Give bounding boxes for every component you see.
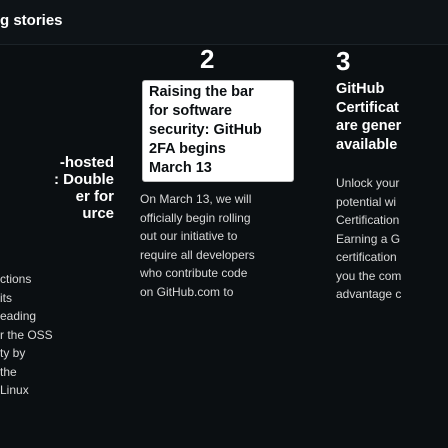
story-card-1[interactable]: -hosted : Double er for urce ctions its … <box>0 44 120 448</box>
story-card-2[interactable]: 2 Raising the bar for software security:… <box>140 44 300 448</box>
story-description-line: out our initiative to <box>140 229 238 243</box>
story-description-line: potential wi <box>336 194 397 209</box>
story-description-line: ctions <box>0 272 32 286</box>
story-title[interactable]: -hosted : Double er for urce <box>0 154 120 222</box>
story-description-line: certification <box>336 250 397 264</box>
story-description-line: on GitHub.com to <box>140 284 234 299</box>
story-description: Unlock your potential wi Certification E… <box>336 174 448 304</box>
banner-line: March 13 <box>149 160 212 176</box>
banner-line: security: GitHub <box>149 122 262 138</box>
story-description-line: ty by <box>0 346 26 360</box>
story-title-line: GitHub <box>336 81 385 97</box>
section-title: g stories <box>0 12 63 29</box>
story-description-line: advantage c <box>336 287 402 301</box>
story-description-line: Unlock your <box>336 176 400 190</box>
banner-line: for software <box>149 103 232 119</box>
story-title-line: Certificat <box>336 99 399 116</box>
story-description-line: who contribute code <box>140 266 248 280</box>
story-description: On March 13, we will officially begin ro… <box>140 190 300 301</box>
story-title-line: urce <box>82 205 114 222</box>
story-title-line: available <box>336 136 398 153</box>
story-card-3[interactable]: 3 GitHub Certificat are gener available … <box>322 44 448 448</box>
story-title-line: are gener <box>336 118 402 134</box>
story-title-line: -hosted <box>59 154 114 171</box>
story-description-line: Certification <box>336 213 400 227</box>
story-title[interactable]: GitHub Certificat are gener available <box>336 80 448 154</box>
banner-line: Raising the bar <box>149 84 254 100</box>
story-description-line: you the com <box>336 268 402 283</box>
story-description-line: eading <box>0 309 37 323</box>
story-description-line: On March 13, we will <box>140 192 252 206</box>
banner-line: 2FA begins <box>149 141 226 157</box>
story-description-line: Linux <box>0 383 29 397</box>
story-number: 2 <box>200 44 215 74</box>
story-description-line: r the OSS <box>0 327 53 342</box>
story-description-line: its <box>0 290 12 305</box>
story-description-line: officially begin rolling <box>140 210 251 225</box>
page-header: g stories <box>0 0 448 45</box>
story-description-line: the <box>0 364 17 379</box>
story-description-line: Earning a G <box>336 231 401 246</box>
story-number: 3 <box>336 46 351 76</box>
story-title-line: er for <box>75 188 114 205</box>
story-banner-image[interactable]: Raising the bar for software security: G… <box>142 80 294 182</box>
story-description-line: require all developers <box>140 247 255 262</box>
story-description: ctions its eading r the OSS ty by the Li… <box>0 270 120 400</box>
story-title-line: : Double <box>54 171 114 188</box>
